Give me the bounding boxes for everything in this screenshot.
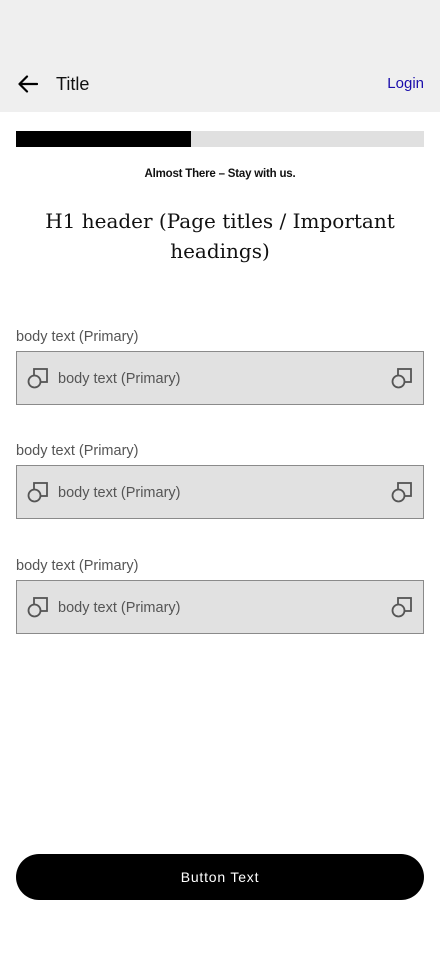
progress-bar	[16, 131, 424, 147]
text-input-1[interactable]: body text (Primary)	[16, 351, 424, 405]
page-title: Title	[56, 74, 90, 94]
form-field-1: body text (Primary) body text (Primary)	[16, 328, 424, 405]
input-placeholder: body text (Primary)	[58, 600, 181, 616]
field-label: body text (Primary)	[16, 443, 139, 459]
shapes-icon	[27, 482, 48, 503]
arrow-left-icon	[18, 75, 38, 93]
input-placeholder: body text (Primary)	[58, 485, 181, 501]
primary-button[interactable]: Button Text	[16, 854, 424, 900]
back-button[interactable]	[16, 72, 40, 96]
shapes-icon[interactable]	[391, 596, 413, 618]
app-bar: Title Login	[0, 56, 440, 112]
text-input-3[interactable]: body text (Primary)	[16, 580, 424, 634]
input-placeholder: body text (Primary)	[58, 371, 181, 387]
progress-caption: Almost There – Stay with us.	[144, 168, 296, 180]
field-label: body text (Primary)	[16, 558, 139, 574]
shapes-icon	[27, 597, 48, 618]
text-input-2[interactable]: body text (Primary)	[16, 465, 424, 519]
status-bar	[0, 0, 440, 56]
field-label: body text (Primary)	[16, 329, 139, 345]
shapes-icon[interactable]	[391, 367, 413, 389]
shapes-icon	[27, 368, 48, 389]
shapes-icon[interactable]	[391, 481, 413, 503]
progress-bar-fill	[16, 131, 192, 147]
login-link[interactable]: Login	[387, 75, 424, 93]
page-heading: H1 header (Page titles / Important headi…	[45, 209, 395, 263]
form-field-2: body text (Primary) body text (Primary)	[16, 442, 424, 519]
form-field-3: body text (Primary) body text (Primary)	[16, 557, 424, 634]
